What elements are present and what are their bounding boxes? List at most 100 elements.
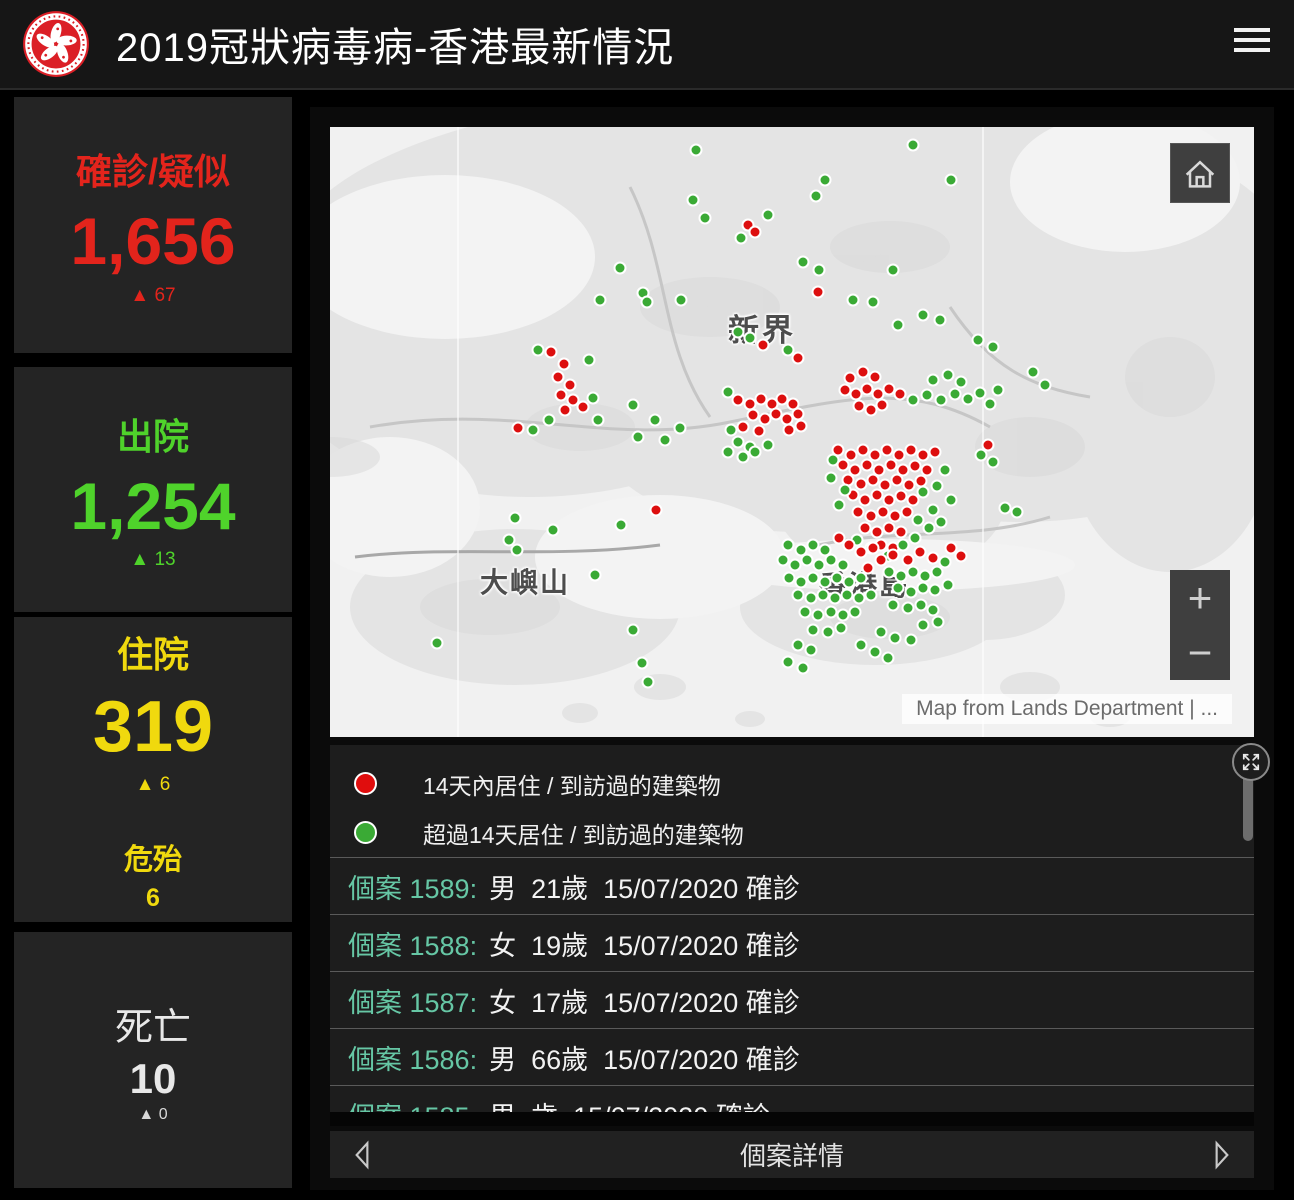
case-dot-green[interactable] — [974, 387, 987, 400]
case-dot-green[interactable] — [797, 662, 810, 675]
case-dot-green[interactable] — [869, 646, 882, 659]
case-dot-green[interactable] — [812, 609, 825, 622]
case-dot-green[interactable] — [962, 393, 975, 406]
case-dot-green[interactable] — [1011, 506, 1024, 519]
case-dot-green[interactable] — [1027, 366, 1040, 379]
case-dot-green[interactable] — [935, 394, 948, 407]
case-dot-red[interactable] — [852, 506, 865, 519]
case-dot-green[interactable] — [897, 539, 910, 552]
zoom-out-button[interactable]: − — [1170, 625, 1230, 680]
case-dot-green[interactable] — [992, 384, 1005, 397]
case-dot-green[interactable] — [907, 139, 920, 152]
case-dot-green[interactable] — [987, 456, 1000, 469]
case-dot-green[interactable] — [935, 516, 948, 529]
case-dot-red[interactable] — [862, 562, 875, 575]
case-dot-green[interactable] — [547, 524, 560, 537]
case-dot-green[interactable] — [797, 256, 810, 269]
case-dot-red[interactable] — [812, 286, 825, 299]
case-dot-red[interactable] — [887, 549, 900, 562]
case-dot-green[interactable] — [855, 639, 868, 652]
case-dot-green[interactable] — [917, 582, 930, 595]
case-dot-green[interactable] — [627, 624, 640, 637]
case-dot-green[interactable] — [939, 464, 952, 477]
case-dot-green[interactable] — [887, 599, 900, 612]
case-dot-green[interactable] — [614, 262, 627, 275]
case-dot-green[interactable] — [782, 656, 795, 669]
case-dot-green[interactable] — [511, 544, 524, 557]
case-dot-green[interactable] — [744, 332, 757, 345]
case-dot-green[interactable] — [942, 579, 955, 592]
case-dot-green[interactable] — [819, 174, 832, 187]
case-dot-green[interactable] — [923, 522, 936, 535]
case-row[interactable]: 個案 1589: 男 21歲 15/07/2020 確診 — [330, 857, 1254, 914]
hamburger-menu-icon[interactable] — [1234, 28, 1272, 60]
case-dot-green[interactable] — [587, 392, 600, 405]
case-dot-green[interactable] — [813, 264, 826, 277]
map-attribution[interactable]: Map from Lands Department | ... — [902, 694, 1232, 724]
prev-arrow-icon[interactable] — [350, 1140, 374, 1170]
case-dot-green[interactable] — [735, 232, 748, 245]
case-dot-green[interactable] — [1039, 379, 1052, 392]
case-dot-green[interactable] — [641, 296, 654, 309]
case-dot-green[interactable] — [902, 602, 915, 615]
case-dot-red[interactable] — [914, 546, 927, 559]
horizontal-scrollbar-track[interactable] — [330, 1112, 1254, 1126]
case-dot-green[interactable] — [987, 341, 1000, 354]
next-arrow-icon[interactable] — [1210, 1140, 1234, 1170]
case-dot-red[interactable] — [753, 425, 766, 438]
case-dot-green[interactable] — [527, 424, 540, 437]
case-dot-green[interactable] — [975, 449, 988, 462]
case-dot-green[interactable] — [642, 676, 655, 689]
case-dot-red[interactable] — [833, 532, 846, 545]
case-dot-green[interactable] — [931, 480, 944, 493]
case-dot-green[interactable] — [543, 414, 556, 427]
case-dot-green[interactable] — [687, 194, 700, 207]
case-dot-green[interactable] — [817, 589, 830, 602]
case-dot-green[interactable] — [805, 644, 818, 657]
case-dot-green[interactable] — [847, 294, 860, 307]
case-dot-red[interactable] — [757, 339, 770, 352]
case-dot-green[interactable] — [934, 314, 947, 327]
case-dot-green[interactable] — [431, 637, 444, 650]
case-dot-green[interactable] — [594, 294, 607, 307]
case-dot-green[interactable] — [725, 424, 738, 437]
case-dot-green[interactable] — [825, 472, 838, 485]
case-dot-green[interactable] — [927, 374, 940, 387]
case-dot-green[interactable] — [984, 398, 997, 411]
case-dot-green[interactable] — [636, 657, 649, 670]
case-dot-green[interactable] — [762, 439, 775, 452]
case-dot-green[interactable] — [833, 499, 846, 512]
case-dot-green[interactable] — [837, 559, 850, 572]
case-dot-red[interactable] — [795, 420, 808, 433]
case-dot-green[interactable] — [945, 494, 958, 507]
case-dot-green[interactable] — [782, 539, 795, 552]
case-dot-green[interactable] — [762, 209, 775, 222]
case-dot-red[interactable] — [869, 371, 882, 384]
case-dot-green[interactable] — [632, 431, 645, 444]
case-dot-green[interactable] — [589, 569, 602, 582]
case-dot-green[interactable] — [917, 486, 930, 499]
case-dot-green[interactable] — [875, 626, 888, 639]
case-dot-red[interactable] — [559, 404, 572, 417]
map-canvas[interactable]: 新界 大嶼山 香港島 + − Map from Lands Department… — [330, 127, 1254, 737]
case-row[interactable]: 個案 1586: 男 66歲 15/07/2020 確診 — [330, 1028, 1254, 1085]
case-dot-red[interactable] — [749, 226, 762, 239]
case-dot-green[interactable] — [592, 414, 605, 427]
case-dot-green[interactable] — [749, 446, 762, 459]
expand-icon[interactable] — [1232, 743, 1270, 781]
case-dot-red[interactable] — [558, 358, 571, 371]
case-dot-green[interactable] — [929, 584, 942, 597]
case-dot-green[interactable] — [932, 616, 945, 629]
case-dot-red[interactable] — [902, 554, 915, 567]
case-dot-green[interactable] — [583, 354, 596, 367]
case-dot-green[interactable] — [905, 634, 918, 647]
case-dot-red[interactable] — [737, 421, 750, 434]
case-dot-green[interactable] — [615, 519, 628, 532]
case-dot-green[interactable] — [807, 624, 820, 637]
case-dot-green[interactable] — [799, 606, 812, 619]
case-dot-green[interactable] — [627, 399, 640, 412]
case-dot-green[interactable] — [949, 388, 962, 401]
case-dot-green[interactable] — [849, 606, 862, 619]
case-dot-green[interactable] — [810, 190, 823, 203]
case-dot-green[interactable] — [822, 626, 835, 639]
